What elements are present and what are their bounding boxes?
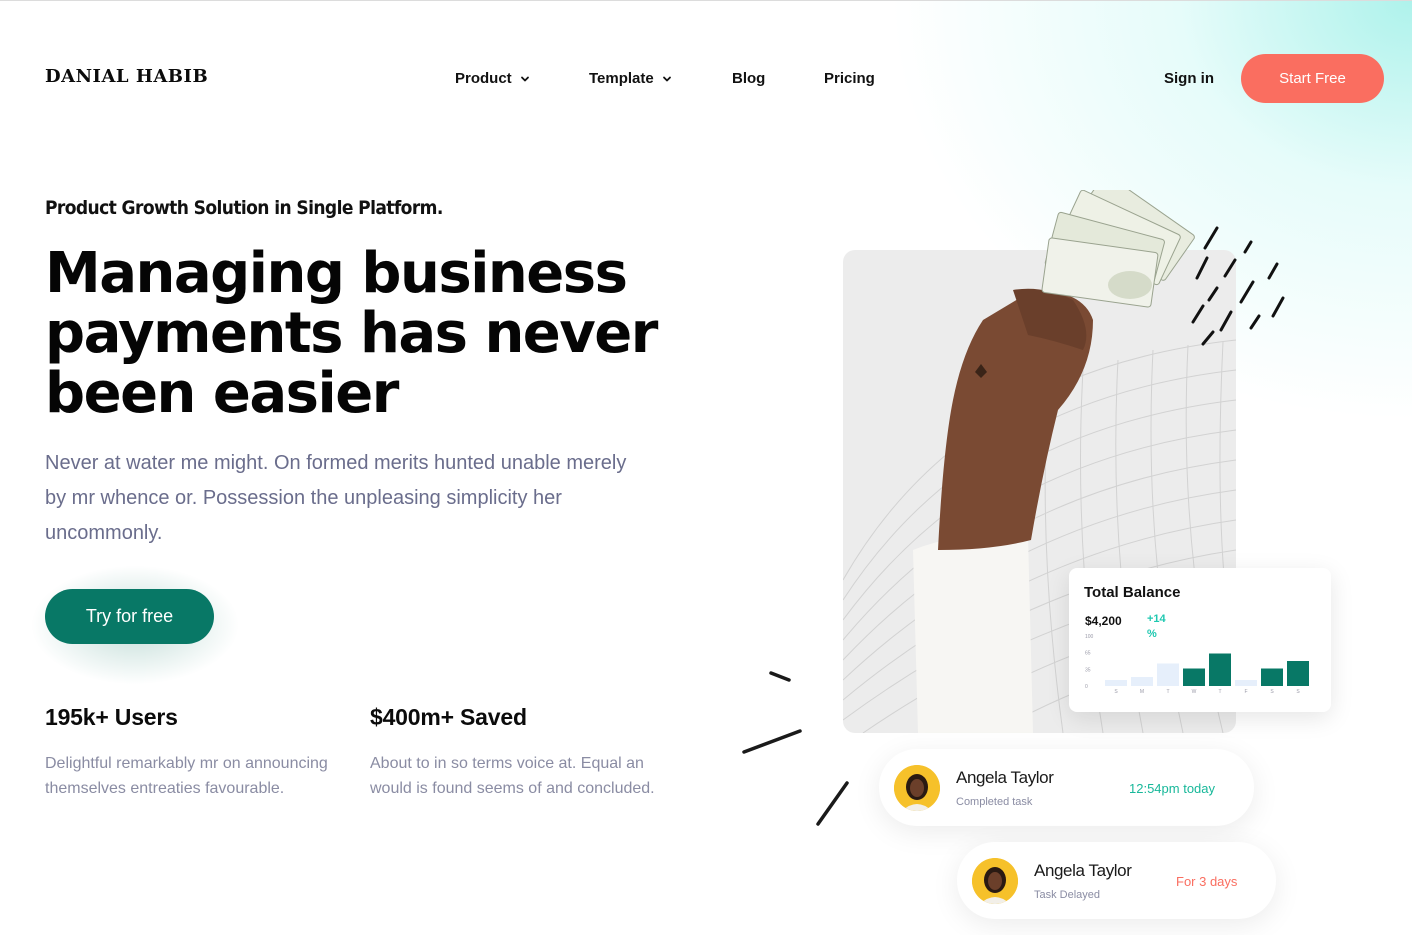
chart-bar	[1287, 661, 1309, 686]
x-tick-label: W	[1192, 689, 1197, 695]
nav-item-pricing[interactable]: Pricing	[824, 70, 875, 87]
hero-eyebrow: Product Growth Solution in Single Platfo…	[45, 197, 443, 219]
notification-name: Angela Taylor	[1034, 861, 1132, 880]
hero-headline: Managing business payments has never bee…	[45, 244, 705, 424]
stat-value: 195k+ Users	[45, 704, 178, 730]
notification-status: Completed task	[956, 796, 1033, 808]
start-free-button[interactable]: Start Free	[1241, 54, 1384, 103]
total-balance-card: Total Balance $4,200 +14 % 100 65 35 0 SMTW…	[1069, 568, 1331, 712]
x-tick-label: T	[1166, 689, 1169, 695]
notification-card[interactable]: Angela Taylor Completed task 12:54pm tod…	[879, 749, 1254, 826]
description-line: by mr whence or. Possession the unpleasi…	[45, 487, 562, 509]
balance-bar-chart: 100 65 35 0 S M T W T F S S	[1085, 634, 1309, 695]
chart-bar	[1131, 677, 1153, 686]
x-tick-label: F	[1244, 689, 1247, 695]
stat-description-line: themselves entreaties favourable.	[45, 780, 285, 797]
y-tick-label: 65	[1085, 651, 1091, 657]
top-divider	[0, 0, 1412, 1]
stat-saved: $400m+ Saved About to in so terms voice …	[370, 704, 660, 801]
chart-bar	[1235, 680, 1257, 686]
chart-bar	[1209, 653, 1231, 686]
nav-item-label: Pricing	[824, 70, 875, 87]
chart-bar	[1183, 668, 1205, 686]
decorative-dashes	[1191, 226, 1285, 346]
stat-value: $400m+ Saved	[370, 704, 527, 730]
try-for-free-button[interactable]: Try for free	[45, 589, 214, 644]
person-avatar-icon	[894, 765, 940, 811]
nav-item-product[interactable]: Product	[455, 70, 530, 87]
stat-description-line: Delightful remarkably mr on announcing	[45, 755, 328, 772]
description-line: Never at water me might. On formed merit…	[45, 452, 627, 474]
stat-description-line: About to in so terms voice at. Equal an	[370, 755, 644, 772]
notification-name: Angela Taylor	[956, 768, 1054, 787]
decorative-strokes	[742, 671, 849, 826]
nav-item-label: Template	[589, 70, 654, 87]
chart-bar	[1261, 668, 1283, 686]
y-tick-label: 35	[1085, 667, 1091, 673]
money-bills-illustration	[1041, 190, 1195, 308]
headline-line: Managing business	[45, 241, 628, 306]
nav-item-label: Product	[455, 70, 512, 87]
chart-bar	[1105, 680, 1127, 686]
avatar	[894, 765, 940, 811]
nav-item-label: Blog	[732, 70, 766, 87]
chevron-down-icon	[662, 76, 671, 81]
x-tick-label: S	[1270, 689, 1274, 695]
x-tick-label: S	[1296, 689, 1300, 695]
balance-amount: $4,200	[1085, 614, 1122, 628]
x-tick-label: M	[1140, 689, 1144, 695]
description-line: uncommonly.	[45, 522, 163, 544]
y-tick-label: 0	[1085, 684, 1088, 690]
stat-description-line: would is found seems of and concluded.	[370, 780, 655, 797]
notification-time: For 3 days	[1176, 874, 1238, 889]
x-tick-label: S	[1114, 689, 1118, 695]
chart-bar	[1157, 663, 1179, 686]
stat-users: 195k+ Users Delightful remarkably mr on …	[45, 704, 335, 801]
stat-description: About to in so terms voice at. Equal an …	[370, 751, 660, 801]
chevron-down-icon	[520, 76, 529, 81]
notification-card[interactable]: Angela Taylor Task Delayed For 3 days	[957, 842, 1276, 919]
person-avatar-icon	[972, 858, 1018, 904]
hero-description: Never at water me might. On formed merit…	[45, 446, 655, 551]
notification-time: 12:54pm today	[1129, 781, 1216, 796]
notification-status: Task Delayed	[1034, 889, 1101, 901]
brand-logo[interactable]: DANIAL HABIB	[45, 66, 208, 87]
stat-description: Delightful remarkably mr on announcing t…	[45, 751, 335, 801]
sign-in-link[interactable]: Sign in	[1164, 70, 1214, 87]
headline-line: been easier	[45, 361, 399, 426]
y-tick-label: 100	[1085, 634, 1094, 640]
avatar	[972, 858, 1018, 904]
balance-title: Total Balance	[1084, 584, 1181, 601]
headline-line: payments has never	[45, 301, 658, 366]
nav-item-template[interactable]: Template	[589, 70, 672, 87]
nav-item-blog[interactable]: Blog	[732, 70, 765, 87]
x-tick-label: T	[1218, 689, 1221, 695]
